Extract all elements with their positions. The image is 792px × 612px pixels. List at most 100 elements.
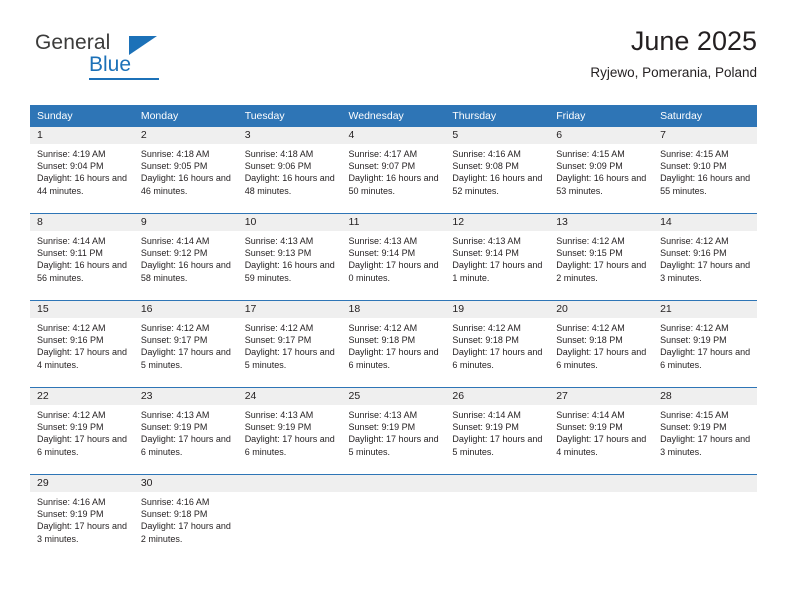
- calendar-day-cell-empty: [237, 474, 342, 561]
- sunrise-text: Sunrise: 4:12 AM: [556, 236, 625, 246]
- daylight-text: Daylight: 17 hours and 6 minutes.: [348, 347, 439, 370]
- sunset-text: Sunset: 9:18 PM: [556, 335, 623, 346]
- calendar-week-row: 8 Sunrise: 4:14 AM Sunset: 9:11 PM Daylight…: [30, 213, 757, 301]
- sunrise-text: Sunrise: 4:12 AM: [244, 323, 314, 333]
- day-details: Sunrise: 4:17 AM Sunset: 9:07 PM Daylight:…: [342, 144, 446, 213]
- general-blue-logo[interactable]: General Blue: [35, 31, 215, 81]
- calendar-day-cell[interactable]: 25 Sunrise: 4:13 AM Sunset: 9:19 PM Dayligh…: [341, 387, 446, 475]
- sunset-text: Sunset: 9:14 PM: [348, 248, 416, 259]
- calendar-day-cell[interactable]: 9 Sunrise: 4:14 AM Sunset: 9:12 PM Daylight…: [133, 213, 238, 301]
- day-number: 24: [237, 388, 342, 405]
- sunset-text: Sunset: 9:05 PM: [140, 161, 208, 172]
- day-details: Sunrise: 4:15 AM Sunset: 9:10 PM Daylight:…: [653, 144, 757, 213]
- sunset-text: Sunset: 9:09 PM: [556, 161, 623, 172]
- daylight-text: Daylight: 16 hours and 46 minutes.: [140, 173, 231, 196]
- calendar-day-cell[interactable]: 8 Sunrise: 4:14 AM Sunset: 9:11 PM Daylight…: [30, 213, 134, 301]
- day-number: 5: [445, 127, 550, 144]
- sunrise-text: Sunrise: 4:12 AM: [348, 323, 418, 333]
- day-details: Sunrise: 4:16 AM Sunset: 9:08 PM Daylight:…: [445, 144, 549, 213]
- calendar-day-cell[interactable]: 23 Sunrise: 4:13 AM Sunset: 9:19 PM Dayligh…: [133, 387, 238, 475]
- day-details: Sunrise: 4:15 AM Sunset: 9:09 PM Daylight:…: [549, 144, 653, 213]
- calendar-day-cell[interactable]: 24 Sunrise: 4:13 AM Sunset: 9:19 PM Dayligh…: [237, 387, 342, 475]
- calendar-day-cell[interactable]: 21 Sunrise: 4:12 AM Sunset: 9:19 PM Dayligh…: [653, 300, 757, 388]
- day-details: Sunrise: 4:12 AM Sunset: 9:19 PM Daylight:…: [653, 318, 757, 387]
- calendar-day-cell[interactable]: 29 Sunrise: 4:16 AM Sunset: 9:19 PM Dayligh…: [30, 474, 134, 561]
- calendar-day-cell[interactable]: 5 Sunrise: 4:16 AM Sunset: 9:08 PM Daylight…: [445, 127, 550, 214]
- calendar-body: 1 Sunrise: 4:19 AM Sunset: 9:04 PM Daylight…: [30, 127, 757, 561]
- sunset-text: Sunset: 9:04 PM: [37, 161, 104, 172]
- daylight-text: Daylight: 17 hours and 6 minutes.: [244, 434, 335, 457]
- sunset-text: Sunset: 9:16 PM: [660, 248, 727, 259]
- sunset-text: Sunset: 9:16 PM: [37, 335, 104, 346]
- sunset-text: Sunset: 9:19 PM: [556, 422, 623, 433]
- calendar-day-cell[interactable]: 14 Sunrise: 4:12 AM Sunset: 9:16 PM Dayligh…: [653, 213, 757, 301]
- sunset-text: Sunset: 9:10 PM: [660, 161, 727, 172]
- sunset-text: Sunset: 9:19 PM: [244, 422, 312, 433]
- sunset-text: Sunset: 9:19 PM: [452, 422, 519, 433]
- calendar-header-row: Sunday Monday Tuesday Wednesday Thursday…: [30, 105, 757, 127]
- calendar-day-cell[interactable]: 2 Sunrise: 4:18 AM Sunset: 9:05 PM Daylight…: [133, 127, 238, 214]
- sunset-text: Sunset: 9:18 PM: [140, 509, 208, 520]
- calendar-day-cell[interactable]: 27 Sunrise: 4:14 AM Sunset: 9:19 PM Dayligh…: [549, 387, 654, 475]
- sunrise-text: Sunrise: 4:19 AM: [37, 149, 106, 159]
- day-number: 28: [653, 388, 757, 405]
- day-number: 6: [549, 127, 654, 144]
- sunrise-text: Sunrise: 4:12 AM: [452, 323, 521, 333]
- sunrise-text: Sunrise: 4:16 AM: [140, 497, 210, 507]
- calendar-day-cell[interactable]: 17 Sunrise: 4:12 AM Sunset: 9:17 PM Dayligh…: [237, 300, 342, 388]
- calendar-day-cell[interactable]: 15 Sunrise: 4:12 AM Sunset: 9:16 PM Dayligh…: [30, 300, 134, 388]
- calendar-day-cell[interactable]: 3 Sunrise: 4:18 AM Sunset: 9:06 PM Daylight…: [237, 127, 342, 214]
- day-number: 27: [549, 388, 654, 405]
- calendar-day-cell[interactable]: 12 Sunrise: 4:13 AM Sunset: 9:14 PM Dayligh…: [445, 213, 550, 301]
- sunrise-text: Sunrise: 4:13 AM: [140, 410, 210, 420]
- daylight-text: Daylight: 17 hours and 5 minutes.: [244, 347, 335, 370]
- day-number: 10: [237, 214, 342, 231]
- calendar-day-cell[interactable]: 28 Sunrise: 4:15 AM Sunset: 9:19 PM Dayligh…: [653, 387, 757, 475]
- calendar-day-cell[interactable]: 30 Sunrise: 4:16 AM Sunset: 9:18 PM Dayligh…: [133, 474, 238, 561]
- calendar-day-cell[interactable]: 16 Sunrise: 4:12 AM Sunset: 9:17 PM Dayligh…: [133, 300, 238, 388]
- calendar-table: Sunday Monday Tuesday Wednesday Thursday…: [30, 105, 757, 561]
- page-header: General Blue June 2025 Ryjewo, Pomerania…: [0, 0, 792, 104]
- calendar-day-cell[interactable]: 10 Sunrise: 4:13 AM Sunset: 9:13 PM Dayligh…: [237, 213, 342, 301]
- calendar-day-cell[interactable]: 18 Sunrise: 4:12 AM Sunset: 9:18 PM Dayligh…: [341, 300, 446, 388]
- sunset-text: Sunset: 9:18 PM: [452, 335, 519, 346]
- day-details: Sunrise: 4:13 AM Sunset: 9:13 PM Daylight:…: [238, 231, 342, 300]
- sunset-text: Sunset: 9:19 PM: [660, 422, 727, 433]
- calendar-day-cell[interactable]: 26 Sunrise: 4:14 AM Sunset: 9:19 PM Dayligh…: [445, 387, 550, 475]
- title-block: June 2025 Ryjewo, Pomerania, Poland: [590, 28, 757, 81]
- daylight-text: Daylight: 16 hours and 48 minutes.: [244, 173, 335, 196]
- day-number: [341, 475, 446, 492]
- day-number: 25: [341, 388, 446, 405]
- day-details: [342, 492, 446, 561]
- daylight-text: Daylight: 17 hours and 6 minutes.: [660, 347, 751, 370]
- calendar-day-cell[interactable]: 6 Sunrise: 4:15 AM Sunset: 9:09 PM Daylight…: [549, 127, 654, 214]
- daylight-text: Daylight: 17 hours and 6 minutes.: [452, 347, 543, 370]
- weekday-header-sunday: Sunday: [30, 105, 134, 127]
- daylight-text: Daylight: 17 hours and 3 minutes.: [660, 260, 751, 283]
- calendar-day-cell-empty: [341, 474, 446, 561]
- sunrise-text: Sunrise: 4:12 AM: [660, 236, 729, 246]
- day-number: [653, 475, 757, 492]
- calendar-day-cell[interactable]: 1 Sunrise: 4:19 AM Sunset: 9:04 PM Daylight…: [30, 127, 134, 214]
- weekday-header-wednesday: Wednesday: [341, 105, 446, 127]
- day-number: 14: [653, 214, 757, 231]
- calendar-day-cell[interactable]: 22 Sunrise: 4:12 AM Sunset: 9:19 PM Dayligh…: [30, 387, 134, 475]
- calendar-day-cell[interactable]: 7 Sunrise: 4:15 AM Sunset: 9:10 PM Daylight…: [653, 127, 757, 214]
- calendar-page: General Blue June 2025 Ryjewo, Pomerania…: [0, 0, 792, 612]
- daylight-text: Daylight: 17 hours and 6 minutes.: [140, 434, 231, 457]
- triangle-icon: [129, 36, 157, 55]
- day-number: 13: [549, 214, 654, 231]
- day-details: Sunrise: 4:15 AM Sunset: 9:19 PM Daylight:…: [653, 405, 757, 474]
- day-details: Sunrise: 4:14 AM Sunset: 9:12 PM Daylight:…: [134, 231, 238, 300]
- sunrise-text: Sunrise: 4:13 AM: [348, 236, 418, 246]
- sunrise-text: Sunrise: 4:13 AM: [452, 236, 521, 246]
- calendar-day-cell[interactable]: 13 Sunrise: 4:12 AM Sunset: 9:15 PM Dayligh…: [549, 213, 654, 301]
- calendar-day-cell[interactable]: 19 Sunrise: 4:12 AM Sunset: 9:18 PM Dayligh…: [445, 300, 550, 388]
- day-number: 16: [133, 301, 238, 318]
- day-details: Sunrise: 4:13 AM Sunset: 9:19 PM Daylight:…: [238, 405, 342, 474]
- calendar-day-cell[interactable]: 4 Sunrise: 4:17 AM Sunset: 9:07 PM Daylight…: [341, 127, 446, 214]
- sunrise-text: Sunrise: 4:16 AM: [452, 149, 521, 159]
- weekday-header-friday: Friday: [549, 105, 654, 127]
- calendar-day-cell[interactable]: 11 Sunrise: 4:13 AM Sunset: 9:14 PM Dayligh…: [341, 213, 446, 301]
- calendar-day-cell[interactable]: 20 Sunrise: 4:12 AM Sunset: 9:18 PM Dayligh…: [549, 300, 654, 388]
